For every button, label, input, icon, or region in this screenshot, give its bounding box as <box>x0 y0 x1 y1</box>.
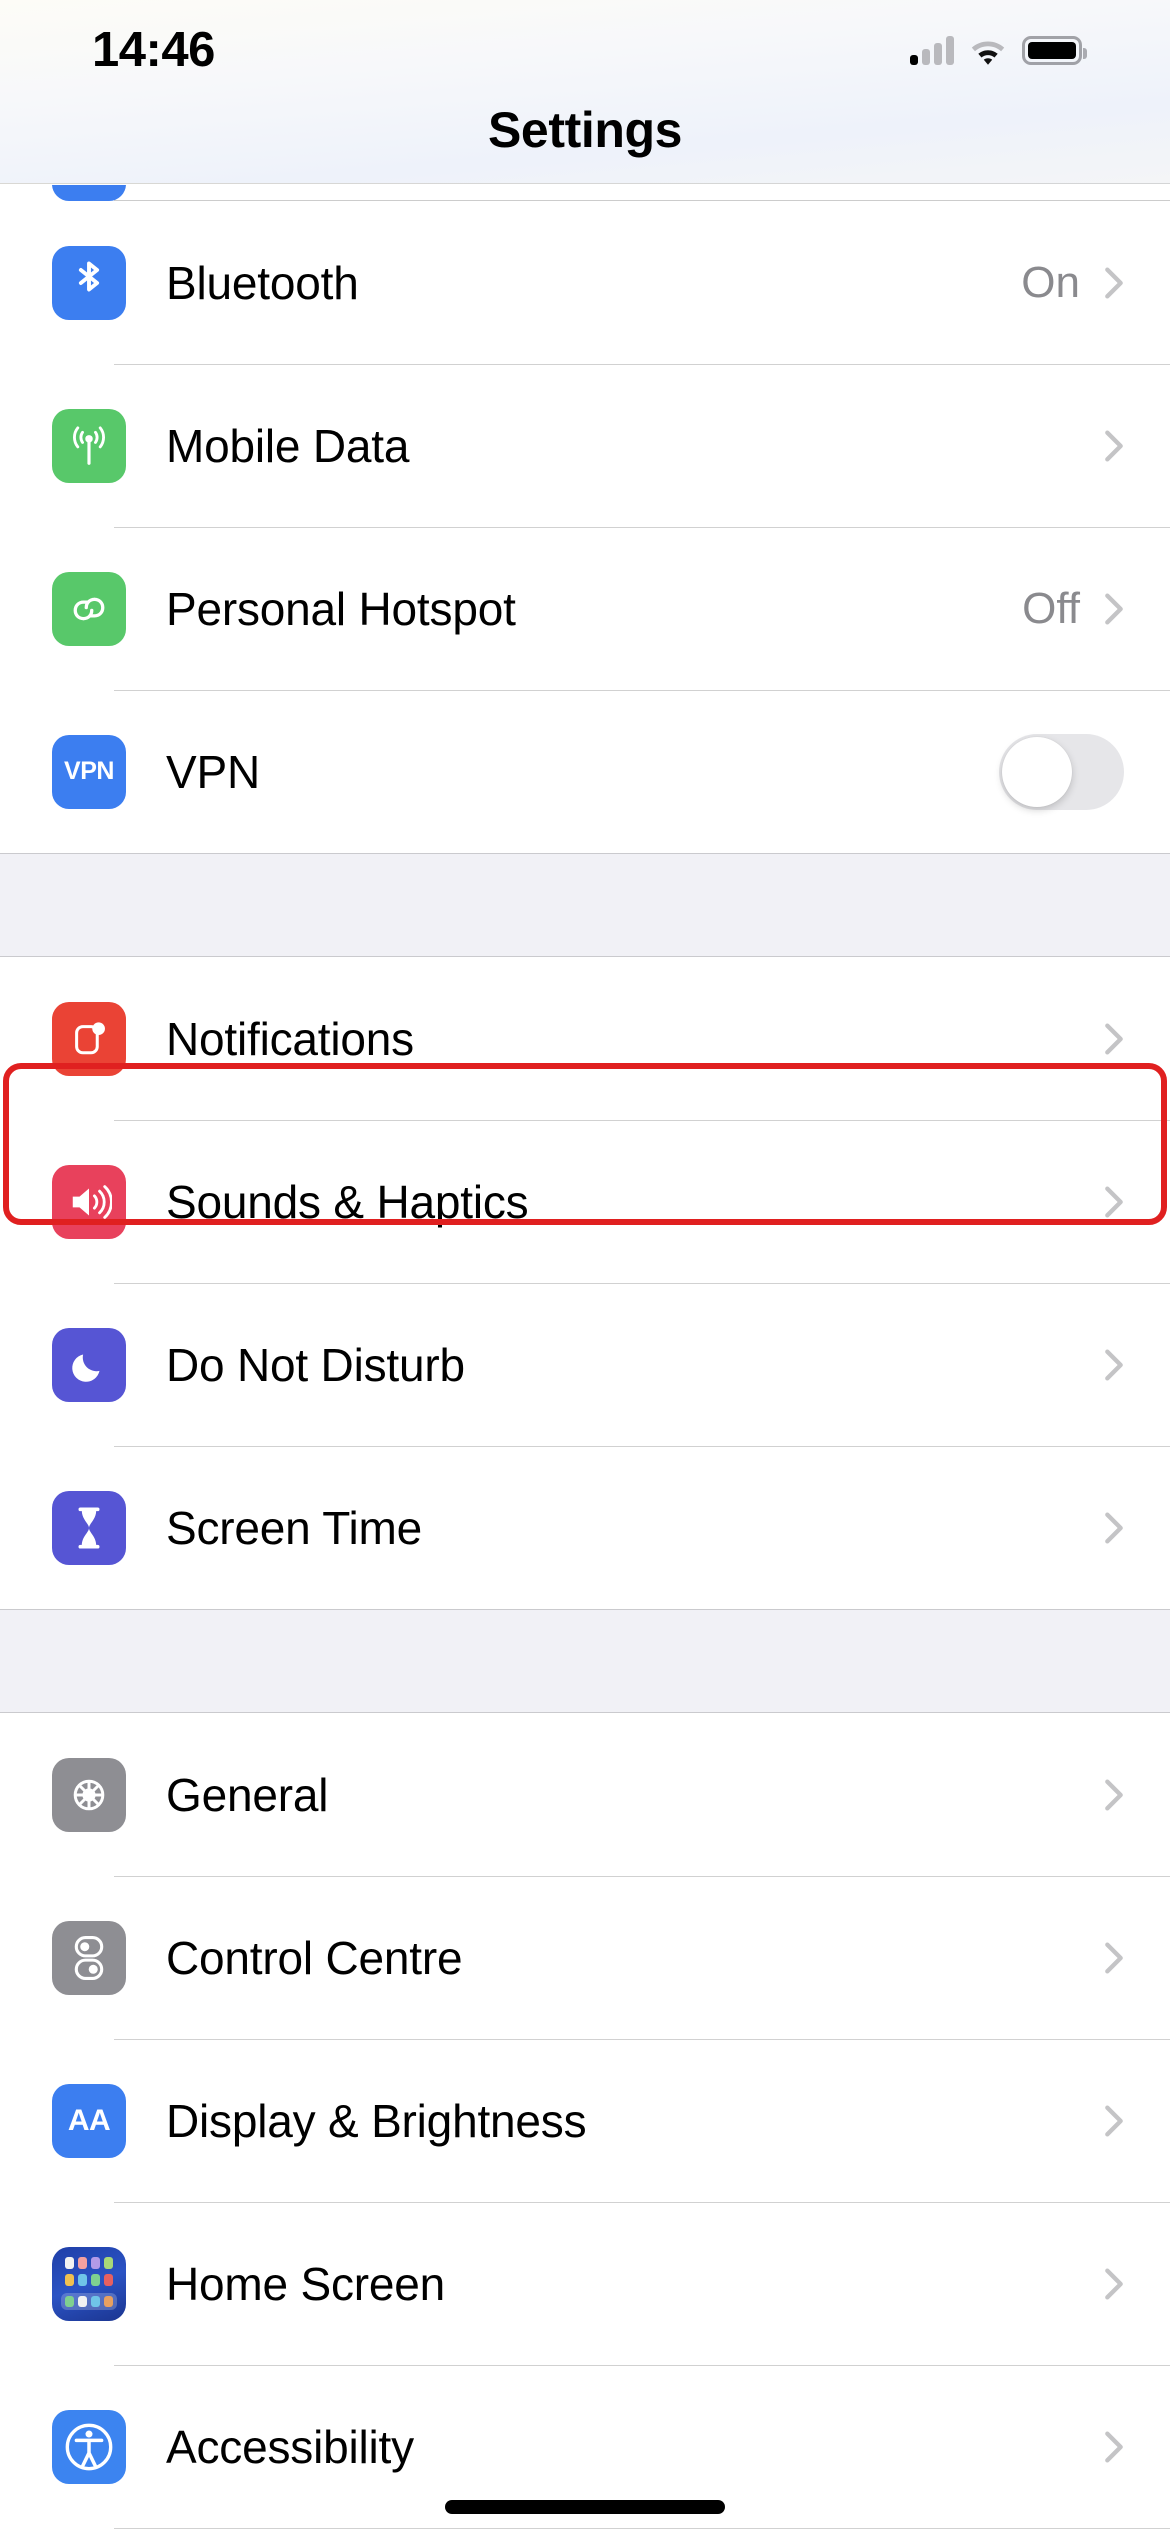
mobile-data-icon <box>52 408 126 483</box>
screen-time-icon <box>52 1490 126 1565</box>
list-item-control-centre[interactable]: Control Centre <box>0 1876 1170 2039</box>
list-item-label: Control Centre <box>166 1931 463 1984</box>
chevron-right-icon <box>1104 2104 1124 2138</box>
list-item-sounds-haptics[interactable]: Sounds & Haptics <box>0 1120 1170 1283</box>
list-item-home-screen[interactable]: Home Screen <box>0 2202 1170 2365</box>
list-item-notifications[interactable]: Notifications <box>0 957 1170 1120</box>
list-item-label: Bluetooth <box>166 256 359 309</box>
list-item-bluetooth[interactable]: Bluetooth On <box>0 201 1170 364</box>
display-brightness-icon-label: AA <box>67 2103 111 2137</box>
group-separator <box>0 1609 1170 1713</box>
list-item-label: Personal Hotspot <box>166 582 516 635</box>
toggle-knob <box>1002 736 1072 807</box>
vpn-icon-label: VPN <box>64 757 114 785</box>
list-item-personal-hotspot[interactable]: Personal Hotspot Off <box>0 527 1170 690</box>
wifi-settings-icon <box>52 185 126 201</box>
list-item-label: General <box>166 1768 329 1821</box>
bluetooth-icon <box>52 245 126 320</box>
list-item-label: Mobile Data <box>166 419 410 472</box>
home-screen-icon <box>52 2246 126 2321</box>
battery-full-icon <box>1022 35 1087 65</box>
chevron-right-icon <box>1104 1348 1124 1382</box>
settings-group-alerts: Notifications Sounds & Haptics Do Not Di… <box>0 957 1170 1609</box>
page-title: Settings <box>487 102 683 158</box>
do-not-disturb-icon <box>52 1327 126 1402</box>
list-item-label: Display & Brightness <box>166 2094 587 2147</box>
notifications-icon <box>52 1001 126 1076</box>
cellular-bars-icon <box>910 35 954 65</box>
display-brightness-icon: AA <box>52 2083 126 2158</box>
personal-hotspot-icon <box>52 571 126 646</box>
sounds-haptics-icon <box>52 1164 126 1239</box>
chevron-right-icon <box>1104 2430 1124 2464</box>
list-item-vpn[interactable]: VPN VPN <box>0 690 1170 853</box>
home-indicator[interactable] <box>445 2500 725 2514</box>
chevron-right-icon <box>1104 1022 1124 1056</box>
chevron-right-icon <box>1104 1511 1124 1545</box>
chevron-right-icon <box>1104 429 1124 463</box>
list-item-value: Off <box>1022 583 1080 633</box>
list-item-label: Screen Time <box>166 1501 423 1554</box>
status-bar-time: 14:46 <box>92 22 215 77</box>
chevron-right-icon <box>1104 592 1124 626</box>
list-item-value: On <box>1021 257 1080 307</box>
settings-group-system: General Control Centre AA Display & Brig… <box>0 1713 1170 2532</box>
chevron-right-icon <box>1104 2267 1124 2301</box>
vpn-toggle-switch[interactable] <box>999 733 1124 810</box>
group-separator <box>0 853 1170 957</box>
settings-list[interactable]: Bluetooth On Mobile Data Personal Hotspo… <box>0 185 1170 2532</box>
list-item-screen-time[interactable]: Screen Time <box>0 1446 1170 1609</box>
list-item-label: Do Not Disturb <box>166 1338 465 1391</box>
list-item-display-brightness[interactable]: AA Display & Brightness <box>0 2039 1170 2202</box>
list-item-label: Home Screen <box>166 2257 446 2310</box>
list-item-partial-top[interactable] <box>0 185 1170 201</box>
iphone-settings-screen: Settings 14:46 Bluetooth On Mobile Data … <box>0 0 1170 2532</box>
list-item-mobile-data[interactable]: Mobile Data <box>0 364 1170 527</box>
list-item-label: Notifications <box>166 1012 414 1065</box>
list-item-wallpaper[interactable]: Wallpaper <box>0 2528 1170 2532</box>
vpn-icon: VPN <box>52 734 126 809</box>
gear-icon <box>52 1757 126 1832</box>
list-item-general[interactable]: General <box>0 1713 1170 1876</box>
chevron-right-icon <box>1104 1941 1124 1975</box>
chevron-right-icon <box>1104 1185 1124 1219</box>
list-item-label: VPN <box>166 745 260 798</box>
wifi-icon <box>971 41 1005 65</box>
list-item-do-not-disturb[interactable]: Do Not Disturb <box>0 1283 1170 1446</box>
chevron-right-icon <box>1104 266 1124 300</box>
list-item-label: Accessibility <box>166 2420 414 2473</box>
status-bar-indicators <box>910 35 1087 65</box>
control-centre-icon <box>52 1920 126 1995</box>
settings-group-connectivity: Bluetooth On Mobile Data Personal Hotspo… <box>0 201 1170 853</box>
status-bar: 14:46 <box>0 0 1170 96</box>
accessibility-icon <box>52 2409 126 2484</box>
list-item-label: Sounds & Haptics <box>166 1175 529 1228</box>
chevron-right-icon <box>1104 1778 1124 1812</box>
